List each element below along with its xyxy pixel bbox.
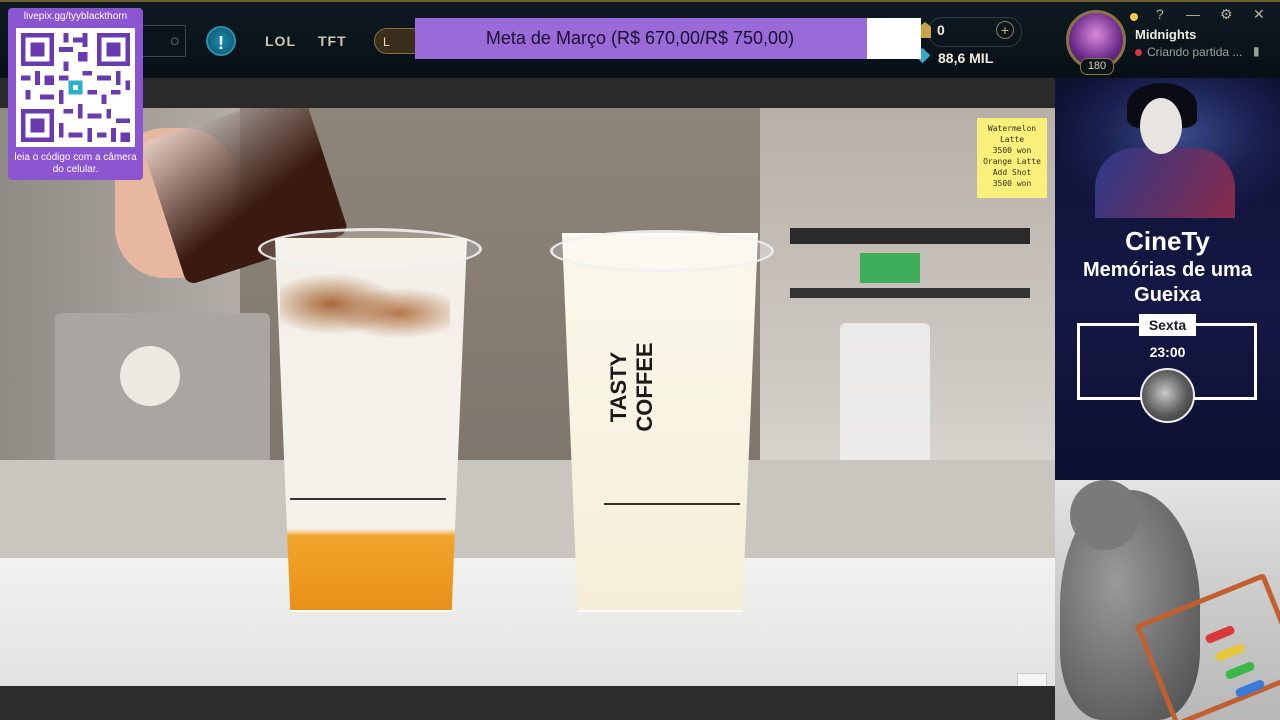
video-top-band [0,78,1055,108]
blue-essence-value: 88,6 MIL [938,50,994,66]
machine-knob [120,346,180,406]
alert-icon[interactable]: ! [206,26,236,56]
shelf [790,228,1030,244]
status-dot-icon [1135,49,1142,57]
level-badge: 180 [1080,58,1114,75]
status-text: Criando partida ... [1147,45,1243,59]
menu-line: 3500 won [992,179,1032,188]
minimize-icon[interactable]: — [1186,6,1200,22]
poster-face [1140,98,1182,154]
poster-kimono [1095,148,1235,218]
donation-goal-bar: Meta de Março (R$ 670,00/R$ 750,00) [415,18,921,59]
stream-video: TASTY COFFEE Watermelon Latte 3500 won O… [0,108,1055,686]
qr-caption: leia o código com a câmera do celular. [14,152,137,175]
help-icon[interactable]: ? [1156,6,1164,22]
schedule-time: 23:00 [1149,344,1186,360]
menu-sticky-note: Watermelon Latte 3500 won Orange Latte A… [977,118,1047,198]
movie-schedule-panel: CineTy Memórias de uma Gueixa 23:00 [1055,78,1280,480]
counter-top [0,558,1055,686]
profile-username[interactable]: Midnights [1135,27,1196,42]
lock-icon: ▮ [1253,44,1260,58]
shelf-lower [790,288,1030,298]
top-accent-line [0,0,1280,2]
pitcher [840,323,930,463]
espresso-swirl [280,268,450,358]
menu-line: Watermelon [987,124,1037,133]
tab-lol[interactable]: LOL [265,33,296,49]
status-indicator-icon [1130,13,1138,21]
qr-url: livepix.gg/tyyblackthorn [23,11,128,22]
close-icon[interactable]: ✕ [1253,6,1265,23]
tab-tft[interactable]: TFT [318,33,347,49]
cup-rim-right [550,230,774,272]
menu-line: Add Shot [992,168,1032,177]
cup-brand-label: TASTY COFFEE [606,342,657,432]
cup-rim-left [258,228,482,270]
webcam-feed [1055,480,1280,720]
riot-points-value: 0 [937,22,945,38]
qr-code-icon [16,28,135,147]
donation-goal-label: Meta de Março (R$ 670,00/R$ 750,00) [485,28,795,48]
green-container [860,253,920,283]
panel-brand: CineTy [1125,226,1210,256]
menu-line: 3500 won [992,146,1032,155]
cup-fill-line-right [604,503,740,505]
livepix-qr-card: livepix.gg/tyyblackthorn leia o código c… [8,8,143,180]
menu-line: Latte [999,135,1025,144]
menu-line: Orange Latte [983,157,1041,166]
buy-rp-button[interactable]: + [996,21,1014,39]
video-watermark-icon [1017,673,1047,686]
schedule-day: Sexta [1139,314,1196,336]
cup-fill-line-left [290,498,446,500]
settings-icon[interactable]: ⚙ [1220,6,1233,23]
video-bottom-band [0,686,1055,720]
cat-head [1070,480,1140,550]
host-avatar [1140,368,1195,423]
watermelon-latte-cup [562,233,758,612]
profile-status: Criando partida ... [1135,45,1242,59]
counter-back [0,460,1055,560]
movie-title: Memórias de uma Gueixa [1083,259,1252,306]
